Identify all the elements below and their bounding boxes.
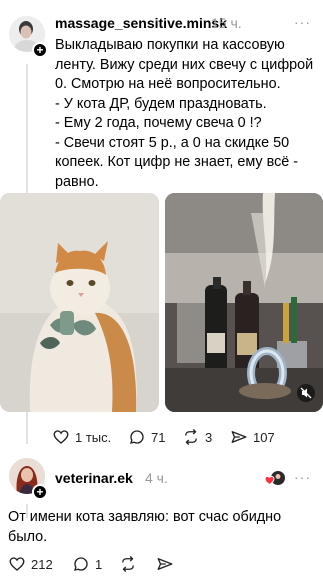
post-username[interactable]: massage_sensitive.minsk (55, 15, 227, 31)
reply-repost-button[interactable] (119, 555, 137, 573)
follow-plus-icon[interactable]: + (32, 484, 48, 500)
like-count: 1 тыс. (75, 429, 112, 445)
share-icon (231, 431, 247, 443)
candle-photo (165, 193, 323, 412)
post-time: 15 ч. (211, 15, 242, 31)
reply-like-button[interactable]: 212 (8, 555, 53, 573)
repost-icon (122, 556, 134, 572)
post-image-cat[interactable] (0, 193, 159, 412)
reply-like-count: 212 (31, 556, 53, 572)
repost-button[interactable]: 3 (182, 428, 212, 446)
post-more-icon[interactable]: ··· (294, 14, 311, 30)
comment-icon (130, 430, 144, 444)
reply-share-button[interactable] (156, 555, 174, 573)
reply-text: От имени кота заявляю: вот счас обидно б… (8, 509, 282, 545)
share-button[interactable]: 107 (230, 428, 275, 446)
repost-icon (185, 429, 197, 445)
follow-plus-icon[interactable]: + (32, 42, 48, 58)
post-avatar-wrap[interactable]: + (9, 16, 48, 58)
heart-icon (9, 557, 25, 571)
reply-comment-button[interactable]: 1 (72, 555, 102, 573)
mute-icon[interactable] (297, 384, 315, 402)
heart-icon (53, 430, 69, 444)
repost-count: 3 (205, 429, 213, 445)
reply-more-icon[interactable]: ··· (294, 469, 311, 485)
reply-avatar-wrap[interactable]: + (9, 458, 48, 500)
share-count: 107 (253, 429, 275, 445)
comment-button[interactable]: 71 (128, 428, 165, 446)
post-text: Выкладываю покупки на кассовую ленту. Ви… (55, 37, 314, 190)
cat-photo (0, 193, 159, 412)
reply-time: 4 ч. (145, 470, 168, 486)
post-image-candle[interactable] (165, 193, 323, 412)
reply-comment-count: 1 (95, 556, 103, 572)
like-button[interactable]: 1 тыс. (52, 428, 111, 446)
liked-by-author-icon (264, 470, 286, 486)
comment-icon (74, 557, 88, 571)
share-icon (157, 558, 173, 570)
comment-count: 71 (151, 429, 166, 445)
reply-username[interactable]: veterinar.ek (55, 470, 133, 486)
